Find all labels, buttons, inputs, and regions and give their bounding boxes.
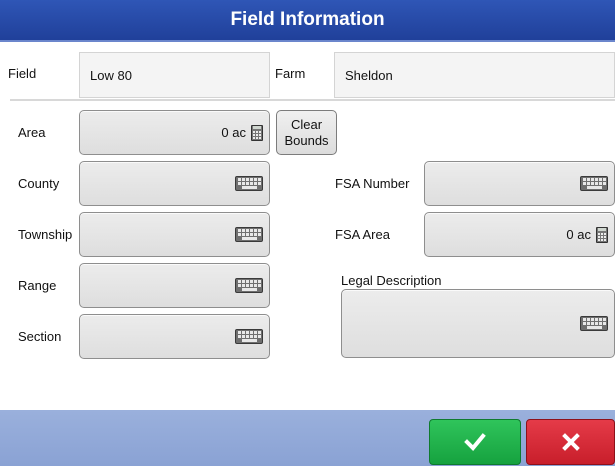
title-bar: Field Information [0, 0, 615, 42]
ok-button[interactable] [429, 419, 521, 465]
farm-value-box: Sheldon [334, 52, 615, 98]
area-label: Area [18, 125, 46, 140]
checkmark-icon [464, 433, 486, 451]
fsa-number-field[interactable] [424, 161, 615, 206]
keyboard-icon [235, 176, 263, 191]
township-field[interactable] [79, 212, 270, 257]
legal-description-label: Legal Description [341, 273, 442, 288]
keyboard-icon [580, 316, 608, 331]
keyboard-icon [235, 329, 263, 344]
field-label: Field [8, 66, 37, 81]
range-field[interactable] [79, 263, 270, 308]
fsa-area-label: FSA Area [335, 227, 390, 242]
fsa-area-field[interactable]: 0 ac [424, 212, 615, 257]
field-value-box: Low 80 [79, 52, 270, 98]
window-title: Field Information [230, 9, 385, 30]
range-label: Range [18, 278, 57, 293]
clear-bounds-button[interactable]: Clear Bounds [276, 110, 337, 155]
cancel-button[interactable] [526, 419, 615, 465]
county-label: County [18, 176, 60, 191]
field-value: Low 80 [90, 67, 132, 83]
section-label: Section [18, 329, 62, 344]
keyboard-icon [580, 176, 608, 191]
footer-bar [0, 410, 615, 466]
divider [10, 99, 615, 101]
fsa-number-label: FSA Number [335, 176, 410, 191]
farm-label: Farm [275, 66, 306, 81]
area-value: 0 ac [221, 125, 246, 140]
keyboard-icon [235, 227, 263, 242]
area-field[interactable]: 0 ac [79, 110, 270, 155]
calculator-icon [251, 124, 263, 141]
legal-description-field[interactable] [341, 289, 615, 358]
clear-bounds-label-line2: Bounds [284, 132, 329, 148]
fsa-area-value: 0 ac [566, 227, 591, 242]
section-field[interactable] [79, 314, 270, 359]
clear-bounds-label-line1: Clear [290, 116, 323, 132]
calculator-icon [596, 226, 608, 243]
farm-value: Sheldon [345, 67, 393, 83]
township-label: Township [18, 227, 73, 242]
x-icon [561, 433, 580, 451]
keyboard-icon [235, 278, 263, 293]
county-field[interactable] [79, 161, 270, 206]
